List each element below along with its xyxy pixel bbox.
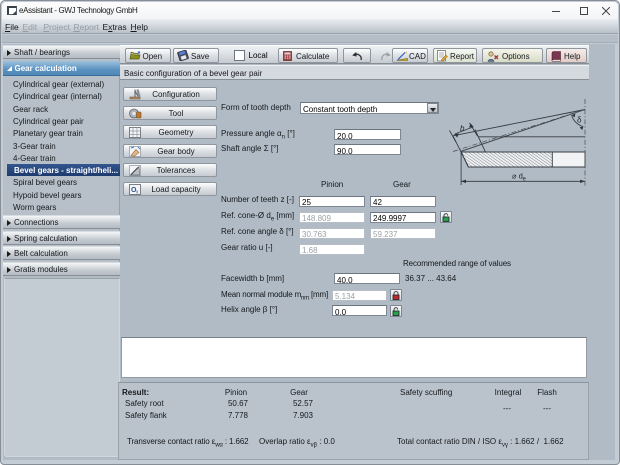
svg-text:b: b: [460, 124, 465, 133]
svg-text:δ: δ: [577, 116, 582, 125]
svg-text:⌀ d: ⌀ d: [512, 172, 523, 181]
